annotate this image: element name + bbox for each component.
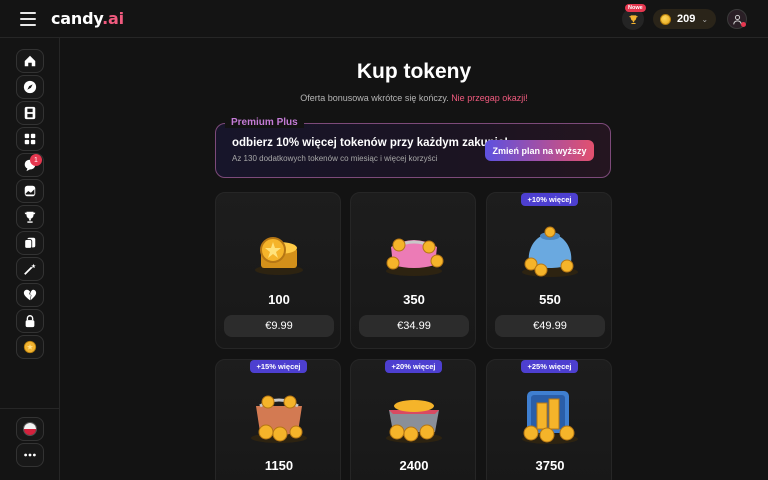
token-package-card[interactable]: +20% więcej 2400 <box>350 359 476 480</box>
package-price-button[interactable]: €34.99 <box>359 315 469 337</box>
lock-heart-icon <box>25 315 35 328</box>
page-subtitle: Oferta bonusowa wkrótce się kończy. Nie … <box>60 93 768 103</box>
package-amount: 350 <box>403 292 425 307</box>
logo[interactable]: candy.ai <box>51 9 124 28</box>
sidebar-item-collection[interactable] <box>16 127 44 151</box>
package-amount: 100 <box>268 292 290 307</box>
package-price-button[interactable]: €49.99 <box>495 315 605 337</box>
sidebar-item-videos[interactable] <box>16 101 44 125</box>
page-title: Kup tokeny <box>356 60 472 83</box>
bonus-tag: +20% więcej <box>385 360 442 373</box>
subtitle-highlight: Nie przegap okazji! <box>451 93 528 103</box>
sidebar-item-explore[interactable] <box>16 75 44 99</box>
leather-wallet-image <box>244 386 314 446</box>
home-icon <box>24 55 36 67</box>
sidebar-item-leaderboard[interactable] <box>16 205 44 229</box>
top-bar: candy.ai Nowe 209 ⌄ <box>0 0 768 38</box>
blue-pouch-image <box>515 221 585 281</box>
more-icon <box>24 453 36 457</box>
package-amount: 550 <box>539 292 561 307</box>
token-package-card[interactable]: +10% więcej 550 €49.99 <box>486 192 612 349</box>
promo-subtext: Az 130 dodatkowych tokenów co miesiąc i … <box>232 154 438 163</box>
token-package-card[interactable]: 350 €34.99 <box>350 192 476 349</box>
promo-headline: odbierz 10% więcej tokenów przy każdym z… <box>232 137 509 149</box>
sidebar-item-gallery[interactable] <box>16 179 44 203</box>
token-package-card[interactable]: +15% więcej 1150 <box>215 359 341 480</box>
sidebar-item-breakups[interactable] <box>16 283 44 307</box>
sidebar-item-private[interactable] <box>16 309 44 333</box>
language-button[interactable] <box>16 417 44 441</box>
coin-stack-image <box>249 221 309 281</box>
grid-icon <box>24 133 36 145</box>
logo-suffix: .ai <box>102 9 124 28</box>
bonus-tag: +10% więcej <box>521 193 578 206</box>
trophy-icon <box>24 211 36 223</box>
token-balance-button[interactable]: 209 ⌄ <box>653 9 716 29</box>
chat-unread-badge: 1 <box>30 154 42 166</box>
trophy-icon <box>628 14 638 24</box>
user-avatar-button[interactable] <box>727 9 747 29</box>
poland-flag-icon <box>23 422 37 436</box>
coin-vault-image <box>515 386 585 446</box>
coin-icon <box>660 13 671 25</box>
premium-plus-label: Premium Plus <box>225 117 304 128</box>
token-count: 209 <box>677 13 696 25</box>
sidebar-item-cards[interactable] <box>16 231 44 255</box>
chevron-down-icon: ⌄ <box>701 14 709 24</box>
package-amount: 1150 <box>264 458 294 473</box>
sidebar-item-generate[interactable] <box>16 257 44 281</box>
treasure-tray-image <box>379 386 449 446</box>
subtitle-text: Oferta bonusowa wkrótce się kończy. <box>300 93 449 103</box>
notification-dot <box>741 22 746 27</box>
sidebar-item-tokens[interactable] <box>16 335 44 359</box>
sidebar-divider <box>0 408 59 409</box>
package-amount: 3750 <box>535 458 565 473</box>
bonus-tag: +25% więcej <box>521 360 578 373</box>
broken-heart-icon <box>23 289 37 301</box>
more-button[interactable] <box>16 443 44 467</box>
menu-icon[interactable] <box>20 12 36 26</box>
compass-icon <box>23 80 37 94</box>
film-icon <box>24 106 36 120</box>
package-price-button[interactable]: €9.99 <box>224 315 334 337</box>
magic-wand-icon <box>24 263 36 275</box>
cards-icon <box>24 237 36 249</box>
pink-wallet-image <box>379 221 449 281</box>
token-package-card[interactable]: +25% więcej 3750 <box>486 359 612 480</box>
gallery-icon <box>24 185 36 197</box>
logo-main: candy <box>51 9 103 28</box>
bonus-tag: +15% więcej <box>250 360 307 373</box>
sidebar-item-home[interactable] <box>16 49 44 73</box>
coin-icon <box>23 340 37 354</box>
new-badge: Nowe <box>625 4 646 12</box>
token-package-card[interactable]: 100 €9.99 <box>215 192 341 349</box>
sidebar: 1 <box>0 38 60 480</box>
package-amount: 2400 <box>399 458 429 473</box>
upgrade-plan-button[interactable]: Zmień plan na wyższy <box>485 140 594 161</box>
